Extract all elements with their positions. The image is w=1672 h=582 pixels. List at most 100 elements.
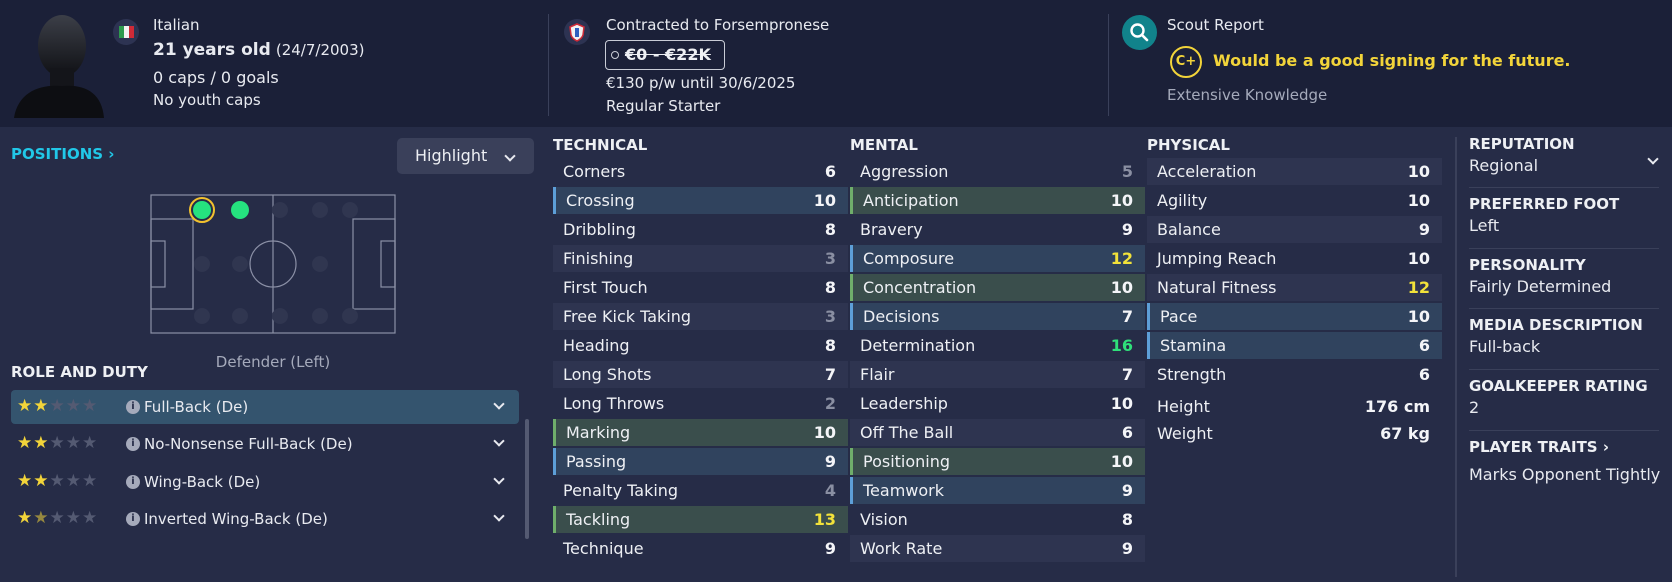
player-traits-link[interactable]: PLAYER TRAITS ›	[1469, 438, 1659, 456]
position-caption: Defender (Left)	[215, 353, 331, 371]
role-stars: ★★★★★	[17, 471, 99, 491]
attr-row[interactable]: Finishing 3	[553, 245, 848, 272]
attr-value: 16	[1110, 336, 1133, 355]
attr-row[interactable]: Long Throws 2	[553, 390, 848, 417]
role-row-full-back[interactable]: ★★★★★ i Full-Back (De)	[11, 390, 519, 424]
info-icon[interactable]: i	[126, 400, 140, 414]
attr-row[interactable]: First Touch 8	[553, 274, 848, 301]
goalkeeper-rating-value: 2	[1469, 398, 1480, 417]
chevron-down-icon[interactable]	[493, 398, 505, 410]
attr-row[interactable]: Strength 6	[1147, 361, 1442, 388]
attr-row[interactable]: Leadership 10	[850, 390, 1145, 417]
info-icon[interactable]: i	[126, 512, 140, 526]
header-divider	[548, 14, 549, 116]
positions-link[interactable]: POSITIONS ›	[11, 145, 114, 163]
caps-goals: 0 caps / 0 goals	[153, 68, 279, 87]
attr-row[interactable]: Determination 16	[850, 332, 1145, 359]
attr-row[interactable]: Positioning 10	[850, 448, 1145, 475]
player-header: Italian 21 years old (24/7/2003) 0 caps …	[0, 0, 1672, 124]
attr-row[interactable]: Decisions 7	[850, 303, 1145, 330]
attr-row[interactable]: Long Shots 7	[553, 361, 848, 388]
attr-value: 5	[1121, 162, 1133, 181]
attr-name: Acceleration	[1157, 162, 1257, 181]
search-icon[interactable]	[1122, 15, 1157, 50]
attr-value: 10	[813, 191, 836, 210]
attr-row[interactable]: Composure 12	[850, 245, 1145, 272]
attr-row[interactable]: Stamina 6	[1147, 332, 1442, 359]
attr-value: 13	[813, 510, 836, 529]
attr-value: 12	[1407, 278, 1430, 297]
attr-value: 10	[1407, 307, 1430, 326]
attr-row[interactable]: Tackling 13	[553, 506, 848, 533]
attr-row[interactable]: Corners 6	[553, 158, 848, 185]
attr-row[interactable]: Natural Fitness 12	[1147, 274, 1442, 301]
scout-report-title[interactable]: Scout Report	[1167, 16, 1264, 34]
attr-row[interactable]: Free Kick Taking 3	[553, 303, 848, 330]
player-age: 21 years old	[153, 40, 271, 60]
attr-name: Natural Fitness	[1157, 278, 1277, 297]
attr-row[interactable]: Aggression 5	[850, 158, 1145, 185]
chevron-down-icon[interactable]	[493, 510, 505, 522]
mental-title: MENTAL	[850, 136, 918, 154]
attr-row[interactable]: Concentration 10	[850, 274, 1145, 301]
attr-row[interactable]: Pace 10	[1147, 303, 1442, 330]
info-separator	[1469, 248, 1659, 249]
info-icon[interactable]: i	[126, 475, 140, 489]
attr-name: Heading	[563, 336, 630, 355]
attr-value: 9	[1121, 539, 1133, 558]
attr-value: 3	[824, 249, 836, 268]
attr-row[interactable]: Dribbling 8	[553, 216, 848, 243]
attr-name: Balance	[1157, 220, 1221, 239]
value-tag-icon	[611, 51, 619, 59]
highlight-dropdown[interactable]: Highlight	[397, 138, 534, 174]
preferred-foot-value: Left	[1469, 216, 1500, 235]
attr-row[interactable]: Technique 9	[553, 535, 848, 562]
attr-row[interactable]: Heading 8	[553, 332, 848, 359]
attr-row[interactable]: Anticipation 10	[850, 187, 1145, 214]
role-row-wing-back[interactable]: ★★★★★ i Wing-Back (De)	[11, 465, 519, 499]
weight-value: 67 kg	[1380, 424, 1430, 443]
attr-name: Teamwork	[863, 481, 945, 500]
attr-row[interactable]: Jumping Reach 10	[1147, 245, 1442, 272]
attr-row[interactable]: Agility 10	[1147, 187, 1442, 214]
contract-club[interactable]: Contracted to Forsempronese	[606, 16, 829, 34]
attr-row[interactable]: Flair 7	[850, 361, 1145, 388]
chevron-down-icon	[504, 150, 516, 162]
chevron-down-icon[interactable]	[493, 473, 505, 485]
roles-scrollbar[interactable]	[525, 419, 529, 539]
scout-summary: Would be a good signing for the future.	[1213, 51, 1571, 70]
height-row: Height 176 cm	[1147, 393, 1442, 420]
attr-name: Vision	[860, 510, 908, 529]
attr-row[interactable]: Penalty Taking 4	[553, 477, 848, 504]
attr-name: Long Shots	[563, 365, 652, 384]
attr-value: 8	[824, 220, 836, 239]
attr-row[interactable]: Balance 9	[1147, 216, 1442, 243]
role-stars: ★★★★★	[17, 396, 99, 416]
transfer-value[interactable]: €0 - €22K	[605, 40, 725, 70]
role-label: Wing-Back (De)	[144, 473, 261, 491]
attr-row[interactable]: Work Rate 9	[850, 535, 1145, 562]
info-icon[interactable]: i	[126, 437, 140, 451]
attr-value: 8	[1121, 510, 1133, 529]
attr-row[interactable]: Passing 9	[553, 448, 848, 475]
attr-name: Concentration	[863, 278, 977, 297]
attr-name: Decisions	[863, 307, 940, 326]
attr-name: Flair	[860, 365, 895, 384]
chevron-down-icon[interactable]	[493, 435, 505, 447]
attr-row[interactable]: Bravery 9	[850, 216, 1145, 243]
attr-row[interactable]: Crossing 10	[553, 187, 848, 214]
club-badge-icon[interactable]	[564, 19, 590, 45]
role-row-no-nonsense-full-back[interactable]: ★★★★★ i No-Nonsense Full-Back (De)	[11, 427, 519, 461]
player-traits-block: PLAYER TRAITS › Marks Opponent Tightly	[1469, 438, 1660, 484]
attr-row[interactable]: Off The Ball 6	[850, 419, 1145, 446]
attr-row[interactable]: Vision 8	[850, 506, 1145, 533]
reputation-block[interactable]: REPUTATION Regional	[1469, 135, 1659, 175]
attr-name: Crossing	[566, 191, 635, 210]
attr-value: 9	[1418, 220, 1430, 239]
attr-row[interactable]: Acceleration 10	[1147, 158, 1442, 185]
attr-row[interactable]: Marking 10	[553, 419, 848, 446]
role-row-inverted-wing-back[interactable]: ★★★★★ i Inverted Wing-Back (De)	[11, 502, 519, 536]
role-duty-title: ROLE AND DUTY	[11, 363, 148, 381]
personality-value: Fairly Determined	[1469, 277, 1612, 296]
attr-row[interactable]: Teamwork 9	[850, 477, 1145, 504]
